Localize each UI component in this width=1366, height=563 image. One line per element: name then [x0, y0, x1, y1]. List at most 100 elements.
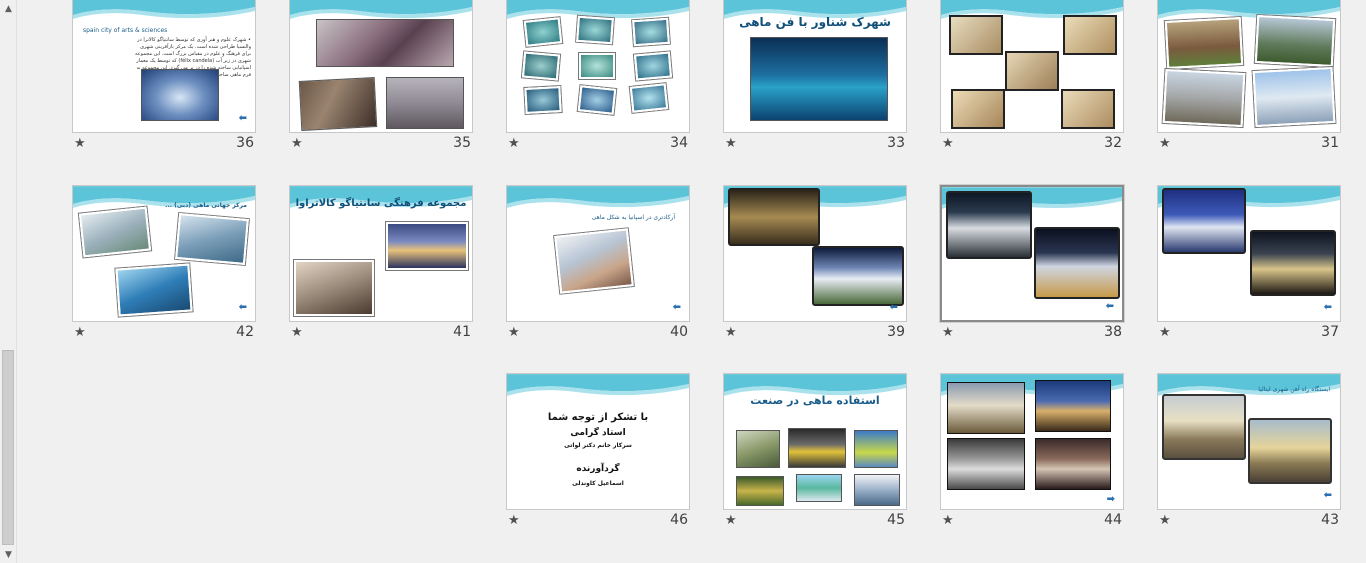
animation-star-icon: ★: [74, 325, 86, 340]
slide-image: [946, 191, 1032, 259]
slide-image: [728, 188, 820, 246]
slide-number: 37: [1321, 324, 1339, 340]
slide-thumbnail[interactable]: spain city of arts & sciences • شهرک علو…: [72, 0, 256, 166]
slide-image: [386, 77, 464, 129]
slide-preview[interactable]: [940, 0, 1124, 133]
slide-thumbnail[interactable]: ⬅ ★ 37: [1157, 185, 1341, 355]
slide-preview[interactable]: استفاده ماهی در صنعت: [723, 373, 907, 510]
compiler-name: اسماعیل کاوندلی: [572, 480, 624, 487]
slide-image: [1005, 51, 1059, 91]
slide-image: [1162, 188, 1246, 254]
slide-thumbnail-selected[interactable]: ⬅ ★ 38: [940, 185, 1124, 355]
slide-thumbnail[interactable]: ⬅ ★ 39: [723, 185, 907, 355]
slide-title: استفاده ماهی در صنعت: [750, 394, 880, 407]
scroll-up-icon[interactable]: ▲: [0, 0, 17, 17]
slide-image: [577, 85, 617, 115]
slide-preview[interactable]: spain city of arts & sciences • شهرک علو…: [72, 0, 256, 133]
slide-image: [576, 15, 614, 45]
slide-image: [1254, 14, 1336, 68]
animation-star-icon: ★: [725, 513, 737, 528]
slide-image: [812, 246, 904, 306]
slide-image: [947, 382, 1025, 434]
slide-preview[interactable]: مجموعه فرهنگی سانتیاگو کالاتراوا: [289, 185, 473, 322]
slide-preview[interactable]: ⬅: [1157, 185, 1341, 322]
slide-number: 33: [887, 135, 905, 151]
slide-thumbnail[interactable]: ★ 35: [289, 0, 473, 166]
scroll-down-icon[interactable]: ▼: [0, 546, 17, 563]
slide-thumbnail[interactable]: شهرک شناور با فن ماهی ★ 33: [723, 0, 907, 166]
slide-thumbnail[interactable]: استفاده ماهی در صنعت ★ 45: [723, 373, 907, 543]
slide-number: 32: [1104, 135, 1122, 151]
slide-title: آرکادتری در اسپانیا به شکل ماهی: [591, 214, 675, 221]
animation-star-icon: ★: [508, 325, 520, 340]
slide-thumbnail[interactable]: ... مرکز جهانی ماهی (دبی) ⬅ ★ 42: [72, 185, 256, 355]
animation-star-icon: ★: [725, 325, 737, 340]
slide-image: [175, 213, 249, 265]
slide-preview[interactable]: [1157, 0, 1341, 133]
professor-label: استاد گرامی: [570, 428, 626, 438]
nav-arrow-right-icon: ➡: [1106, 494, 1115, 505]
slide-image: [1162, 68, 1246, 128]
slide-thumbnail[interactable]: مجموعه فرهنگی سانتیاگو کالاتراوا ★ 41: [289, 185, 473, 355]
slide-title: مجموعه فرهنگی سانتیاگو کالاتراوا: [295, 198, 467, 209]
nav-arrow-icon: ⬅: [672, 302, 681, 313]
slide-thumbnail[interactable]: با تشکر از توجه شما استاد گرامی سرکار خا…: [506, 373, 690, 543]
wave-banner: [507, 186, 689, 208]
slide-preview[interactable]: [506, 0, 690, 133]
slide-image: [115, 263, 193, 317]
slide-image: [579, 53, 615, 79]
animation-star-icon: ★: [725, 136, 737, 151]
animation-star-icon: ★: [942, 325, 954, 340]
nav-arrow-icon: ⬅: [1323, 302, 1332, 313]
slide-heading: spain city of arts & sciences: [83, 27, 168, 34]
slide-image: [141, 69, 219, 121]
slide-image: [1252, 66, 1336, 128]
nav-arrow-icon: ⬅: [238, 113, 247, 124]
animation-star-icon: ★: [942, 513, 954, 528]
slide-number: 36: [236, 135, 254, 151]
slide-preview[interactable]: ⬅: [940, 185, 1124, 322]
slide-image: [1250, 230, 1336, 296]
slide-image: [1061, 89, 1115, 129]
slide-sorter-view: ▲ ▼ spain city of arts & sciences • شهرک…: [0, 0, 1366, 563]
animation-star-icon: ★: [942, 136, 954, 151]
animation-star-icon: ★: [508, 136, 520, 151]
slide-image: [521, 51, 561, 81]
slide-image: [1063, 15, 1117, 55]
slide-number: 42: [236, 324, 254, 340]
slide-image: [736, 476, 784, 506]
slide-preview[interactable]: ... مرکز جهانی ماهی (دبی) ⬅: [72, 185, 256, 322]
animation-star-icon: ★: [508, 513, 520, 528]
slide-number: 43: [1321, 512, 1339, 528]
animation-star-icon: ★: [1159, 325, 1171, 340]
animation-star-icon: ★: [291, 325, 303, 340]
slide-image: [1162, 394, 1246, 460]
animation-star-icon: ★: [1159, 136, 1171, 151]
slide-image: [1248, 418, 1332, 484]
slide-preview[interactable]: ایستگاه راه آهن شهری ایتالیا ⬅: [1157, 373, 1341, 510]
slide-image: [1034, 227, 1120, 299]
slide-image: [524, 86, 562, 114]
slide-preview[interactable]: [289, 0, 473, 133]
slide-preview[interactable]: با تشکر از توجه شما استاد گرامی سرکار خا…: [506, 373, 690, 510]
vertical-scrollbar[interactable]: ▲ ▼: [0, 0, 17, 563]
slide-thumbnail[interactable]: ایستگاه راه آهن شهری ایتالیا ⬅ ★ 43: [1157, 373, 1341, 543]
slide-number: 39: [887, 324, 905, 340]
slide-image: [796, 474, 842, 502]
slide-image: [294, 260, 374, 316]
compiler-label: گردآورنده: [576, 464, 620, 474]
slide-preview[interactable]: ⬅: [723, 185, 907, 322]
slide-preview[interactable]: آرکادتری در اسپانیا به شکل ماهی ⬅: [506, 185, 690, 322]
slide-image: [629, 83, 669, 113]
slide-thumbnail[interactable]: ★ 32: [940, 0, 1124, 166]
slide-thumbnail[interactable]: ➡ ★ 44: [940, 373, 1124, 543]
slide-image: [554, 228, 634, 294]
scrollbar-thumb[interactable]: [2, 350, 14, 545]
slide-image: [736, 430, 780, 468]
slide-thumbnail[interactable]: ★ 31: [1157, 0, 1341, 166]
slide-thumbnail[interactable]: ★ 34: [506, 0, 690, 166]
slide-preview[interactable]: ➡: [940, 373, 1124, 510]
slide-image: [1164, 17, 1244, 69]
slide-thumbnail[interactable]: آرکادتری در اسپانیا به شکل ماهی ⬅ ★ 40: [506, 185, 690, 355]
slide-preview[interactable]: شهرک شناور با فن ماهی: [723, 0, 907, 133]
